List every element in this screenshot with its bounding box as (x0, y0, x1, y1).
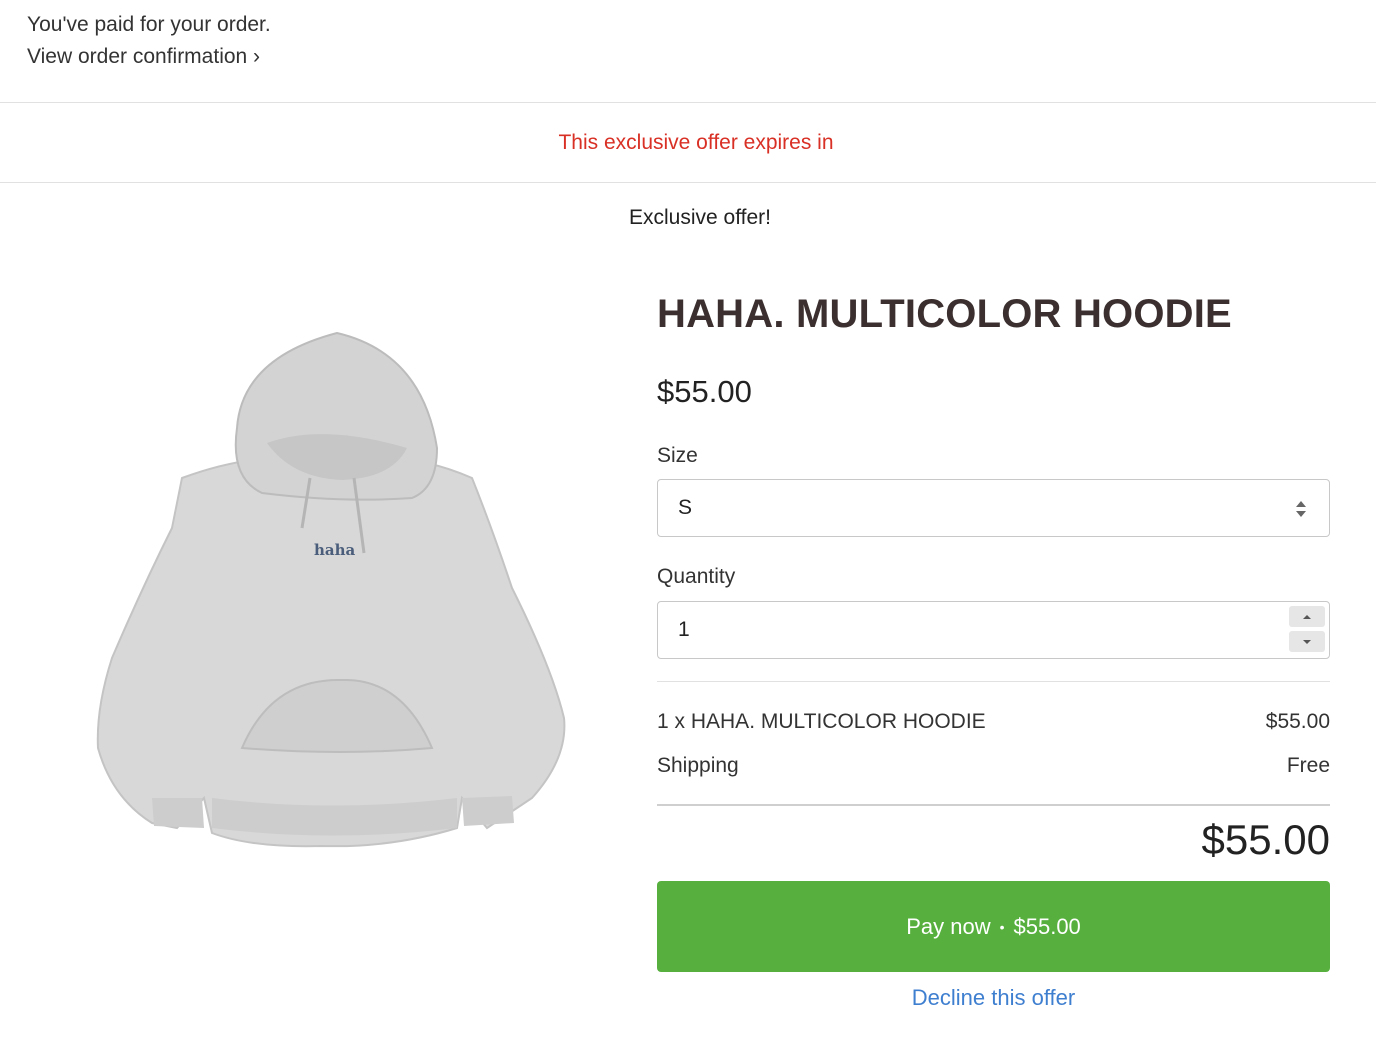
offer-details-panel: HAHA. MULTICOLOR HOODIE $55.00 Size S Qu… (657, 286, 1330, 1010)
caret-down-icon (1303, 639, 1311, 644)
shipping-value: Free (1286, 754, 1330, 777)
select-arrows-icon (1296, 501, 1306, 517)
size-select[interactable]: S (657, 479, 1330, 537)
pay-now-amount: $55.00 (1013, 913, 1081, 939)
shipping-label: Shipping (657, 754, 739, 777)
pay-separator: • (999, 918, 1005, 935)
quantity-increment-button[interactable] (1289, 606, 1325, 627)
order-total: $55.00 (1201, 816, 1330, 863)
size-label: Size (657, 444, 698, 467)
product-price: $55.00 (657, 374, 752, 409)
hoodie-illustration: haha (96, 331, 566, 848)
order-paid-notice: You've paid for your order. View order c… (27, 9, 271, 73)
total-divider (657, 804, 1330, 806)
paid-message: You've paid for your order. (27, 13, 271, 36)
quantity-stepper[interactable]: 1 (657, 601, 1330, 659)
view-order-confirmation-link[interactable]: View order confirmation › (27, 45, 260, 68)
banner-divider (0, 182, 1376, 183)
line-item-row: 1 x HAHA. MULTICOLOR HOODIE $55.00 (657, 710, 1330, 734)
product-image: haha (92, 328, 570, 852)
quantity-decrement-button[interactable] (1289, 631, 1325, 652)
caret-up-icon (1303, 614, 1311, 619)
pay-now-label: Pay now (906, 913, 991, 939)
offer-expiry-banner: This exclusive offer expires in (0, 103, 1376, 182)
summary-divider (657, 681, 1330, 682)
line-item-label: 1 x HAHA. MULTICOLOR HOODIE (657, 710, 986, 733)
pay-now-button[interactable]: Pay now • $55.00 (657, 881, 1330, 972)
shipping-row: Shipping Free (657, 754, 1330, 778)
quantity-value[interactable]: 1 (678, 618, 690, 642)
offer-heading: Exclusive offer! (628, 206, 771, 229)
decline-offer-link[interactable]: Decline this offer (657, 985, 1330, 1011)
quantity-label: Quantity (657, 565, 736, 588)
line-item-price: $55.00 (1265, 710, 1330, 733)
hoodie-logo-text: haha (314, 541, 356, 559)
expiry-text: This exclusive offer expires in (558, 130, 834, 154)
product-title: HAHA. MULTICOLOR HOODIE (657, 292, 1232, 336)
size-selected-value: S (678, 496, 693, 519)
